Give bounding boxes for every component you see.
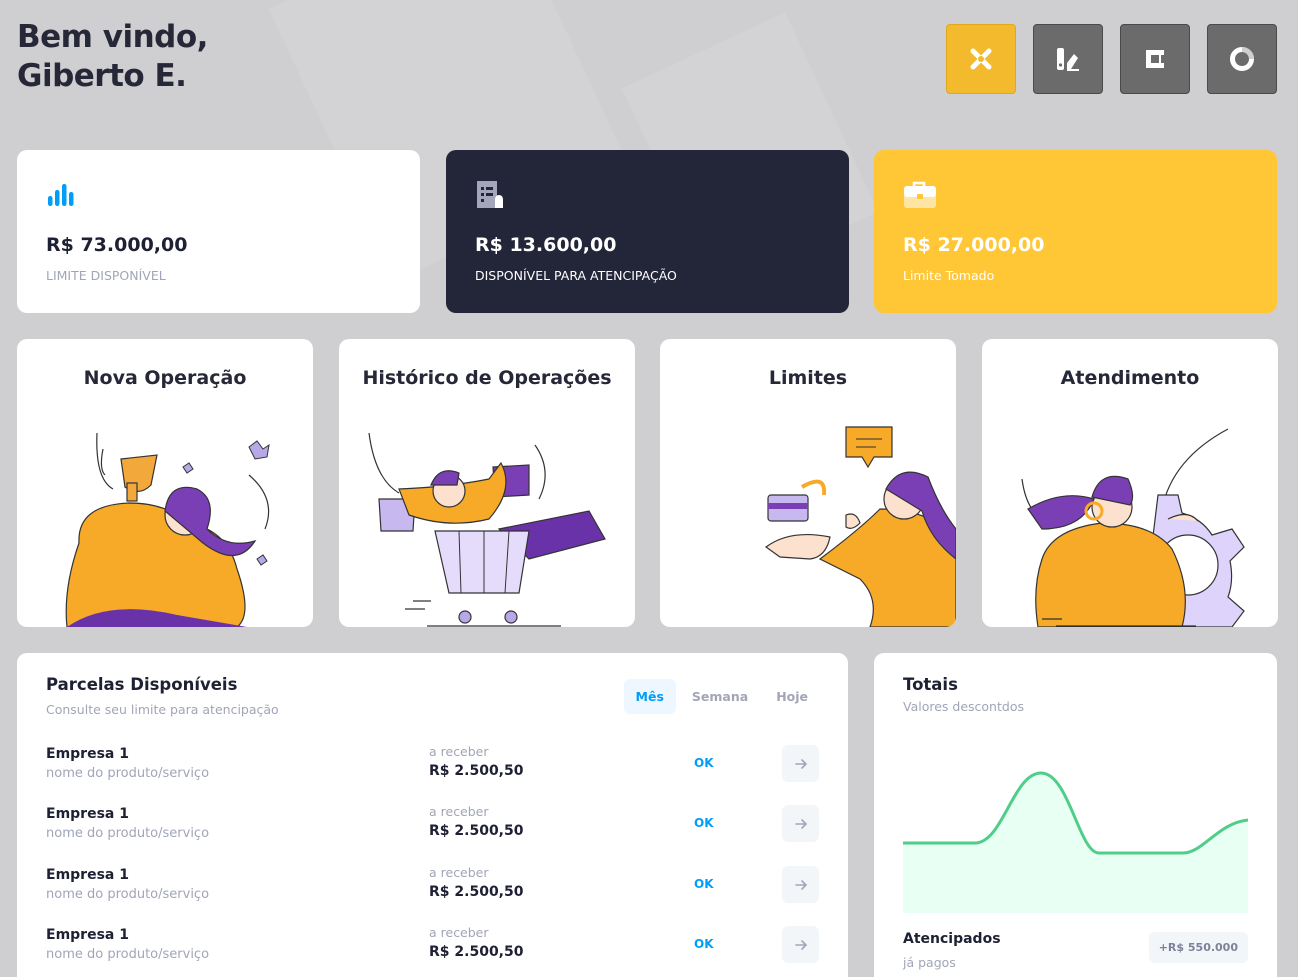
chart-edit-button[interactable] xyxy=(1033,24,1103,94)
receive-label: a receber xyxy=(429,804,489,819)
status-badge: OK xyxy=(694,756,714,770)
tab-semana[interactable]: Semana xyxy=(680,679,760,714)
row-arrow-button[interactable] xyxy=(782,745,819,782)
user-name: Giberto E. xyxy=(17,58,187,94)
product-name: nome do produto/serviço xyxy=(46,766,210,781)
product-name: nome do produto/serviço xyxy=(46,947,210,962)
product-name: nome do produto/serviço xyxy=(46,887,210,902)
tab-mes[interactable]: Mês xyxy=(623,679,676,714)
receive-value: R$ 2.500,50 xyxy=(429,884,524,900)
feature-title: Limites xyxy=(768,367,848,389)
status-badge: OK xyxy=(694,937,714,951)
feature-title: Nova Operação xyxy=(83,367,247,389)
stat-label: Limite Tomado xyxy=(903,268,995,283)
feature-card-nova-operacao[interactable]: Nova Operação xyxy=(17,339,313,627)
receive-value: R$ 2.500,50 xyxy=(429,944,524,960)
receive-label: a receber xyxy=(429,744,489,759)
stat-label: LIMITE DISPONÍVEL xyxy=(46,268,166,283)
top-action-bar xyxy=(946,24,1277,94)
status-badge: OK xyxy=(694,816,714,830)
bar-chart-icon xyxy=(46,178,80,212)
donut-icon xyxy=(1230,47,1254,71)
feature-card-atendimento[interactable]: Atendimento xyxy=(982,339,1278,627)
parcelas-panel: Parcelas Disponíveis Consulte seu limite… xyxy=(17,653,848,977)
panel-title: Parcelas Disponíveis xyxy=(46,675,238,694)
company-name: Empresa 1 xyxy=(46,746,129,762)
layers-icon xyxy=(1146,50,1164,68)
stat-amount: R$ 27.000,00 xyxy=(903,234,1045,256)
stat-card-limite-tomado: R$ 27.000,00 Limite Tomado xyxy=(874,150,1277,313)
stat-label: DISPONÍVEL PARA ATENCIPAÇÃO xyxy=(475,268,677,283)
row-arrow-button[interactable] xyxy=(782,926,819,963)
chart-edit-icon xyxy=(1057,48,1079,71)
close-icon xyxy=(970,48,992,70)
table-row: Empresa 1 nome do produto/serviço a rece… xyxy=(46,744,820,796)
feature-title: Histórico de Operações xyxy=(362,367,612,389)
totals-footer-title: Atencipados xyxy=(903,931,1001,947)
row-arrow-button[interactable] xyxy=(782,866,819,903)
welcome-greeting: Bem vindo, Giberto E. xyxy=(17,18,208,96)
close-button[interactable] xyxy=(946,24,1016,94)
receive-label: a receber xyxy=(429,925,489,940)
table-row: Empresa 1 nome do produto/serviço a rece… xyxy=(46,865,820,917)
arrow-right-icon xyxy=(794,758,807,769)
feature-card-historico-operacoes[interactable]: Histórico de Operações xyxy=(339,339,635,627)
arrow-right-icon xyxy=(794,818,807,829)
greeting-line-1: Bem vindo, xyxy=(17,19,208,55)
table-row: Empresa 1 nome do produto/serviço a rece… xyxy=(46,804,820,856)
shopping-cart-illustration xyxy=(368,432,606,627)
receipt-icon xyxy=(475,178,509,212)
arrow-right-icon xyxy=(794,879,807,890)
stat-amount: R$ 13.600,00 xyxy=(475,234,617,256)
briefcase-icon xyxy=(903,178,937,212)
donut-button[interactable] xyxy=(1207,24,1277,94)
feature-card-limites[interactable]: Limites xyxy=(660,339,956,627)
receive-value: R$ 2.500,50 xyxy=(429,763,524,779)
row-arrow-button[interactable] xyxy=(782,805,819,842)
totais-area-chart xyxy=(903,771,1248,913)
company-name: Empresa 1 xyxy=(46,806,129,822)
feature-title: Atendimento xyxy=(1060,367,1200,389)
receive-label: a receber xyxy=(429,865,489,880)
credit-card-illustration xyxy=(764,426,956,627)
trophy-illustration xyxy=(65,432,270,627)
totals-badge: +R$ 550.000 xyxy=(1148,932,1248,963)
product-name: nome do produto/serviço xyxy=(46,826,210,841)
panel-subtitle: Valores descontdos xyxy=(903,699,1024,714)
support-gear-illustration xyxy=(1021,428,1245,627)
receive-value: R$ 2.500,50 xyxy=(429,823,524,839)
company-name: Empresa 1 xyxy=(46,927,129,943)
stat-amount: R$ 73.000,00 xyxy=(46,234,188,256)
totals-footer-subtitle: já pagos xyxy=(903,955,956,970)
status-badge: OK xyxy=(694,877,714,891)
arrow-right-icon xyxy=(794,939,807,950)
company-name: Empresa 1 xyxy=(46,867,129,883)
layers-button[interactable] xyxy=(1120,24,1190,94)
panel-title: Totais xyxy=(903,675,958,694)
tab-hoje[interactable]: Hoje xyxy=(764,679,820,714)
stat-card-disponivel-atencipacao: R$ 13.600,00 DISPONÍVEL PARA ATENCIPAÇÃO xyxy=(446,150,849,313)
stat-card-limite-disponivel: R$ 73.000,00 LIMITE DISPONÍVEL xyxy=(17,150,420,313)
period-tabs: Mês Semana Hoje xyxy=(623,679,820,714)
table-row: Empresa 1 nome do produto/serviço a rece… xyxy=(46,925,820,977)
totais-panel: Totais Valores descontdos Atencipados já… xyxy=(874,653,1277,977)
panel-subtitle: Consulte seu limite para atencipação xyxy=(46,702,279,717)
